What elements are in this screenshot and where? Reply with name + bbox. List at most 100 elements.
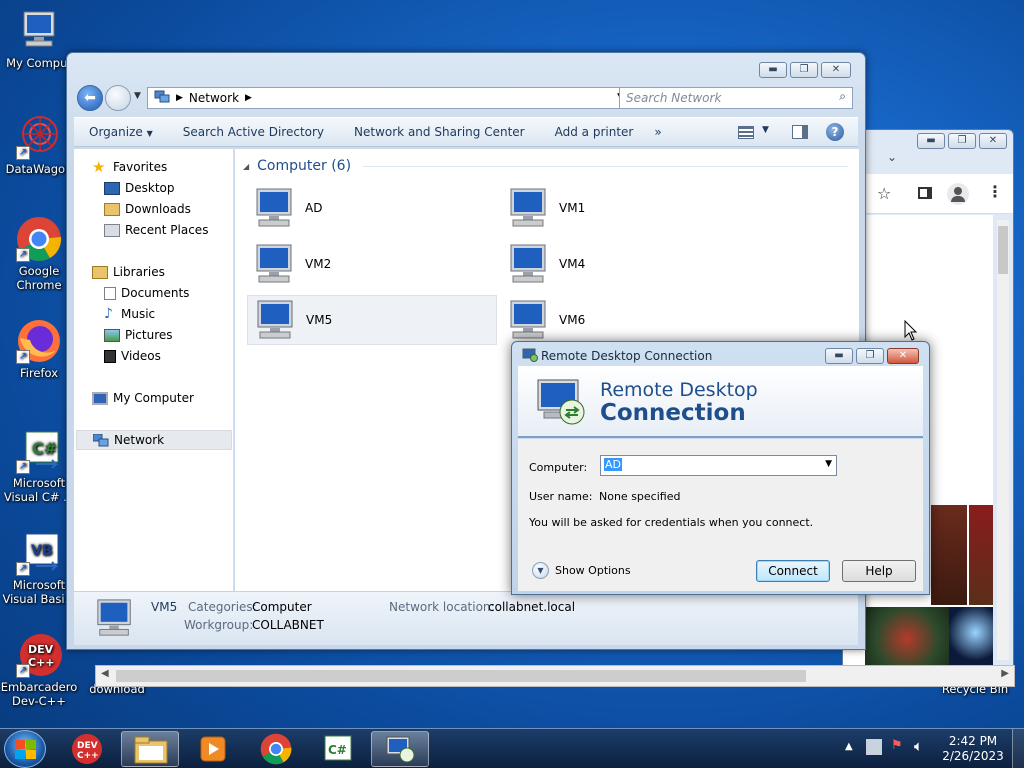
shortcut-arrow-icon: ↗ xyxy=(16,664,30,678)
maximize-button[interactable]: ❐ xyxy=(948,133,976,149)
view-dropdown-icon[interactable]: ▼ xyxy=(762,125,769,135)
nav-libraries[interactable]: Libraries xyxy=(92,262,250,282)
nav-label: Music xyxy=(121,307,156,321)
collapse-triangle-icon[interactable]: ◢ xyxy=(243,162,249,171)
minimize-button[interactable]: ▬ xyxy=(825,348,853,364)
datawagon-icon: ↗ xyxy=(16,114,62,160)
pictures-icon xyxy=(104,328,120,342)
back-button[interactable]: ⬅ xyxy=(77,85,103,111)
taskbar-devcpp[interactable]: DEV C++ xyxy=(58,731,116,767)
change-view-icon[interactable] xyxy=(738,126,754,139)
media-player-icon xyxy=(200,736,226,762)
image-thumbnail[interactable] xyxy=(949,607,993,671)
help-button[interactable]: Help xyxy=(842,560,916,582)
nav-label: Network xyxy=(114,433,165,447)
chevron-down-icon[interactable]: ⌄ xyxy=(887,150,897,164)
computer-item-vm5[interactable]: VM5 xyxy=(247,295,497,345)
side-panel-icon[interactable] xyxy=(918,187,932,199)
close-button[interactable]: ✕ xyxy=(979,133,1007,149)
libraries-icon xyxy=(92,265,108,279)
breadcrumb-chevron-icon[interactable]: ▶ xyxy=(245,93,252,103)
minimize-button[interactable]: ▬ xyxy=(917,133,945,149)
search-input[interactable]: Search Network ⌕ xyxy=(619,87,853,109)
details-categories-label: Categories: xyxy=(188,600,257,614)
combobox-dropdown-icon[interactable]: ▼ xyxy=(825,459,832,469)
details-name: VM5 xyxy=(151,600,178,614)
computer-item-vm6[interactable]: VM6 xyxy=(501,295,751,345)
profile-avatar-icon[interactable] xyxy=(947,183,969,205)
show-options-link[interactable]: Show Options xyxy=(555,564,631,577)
details-network-location-value: collabnet.local xyxy=(488,600,576,614)
group-divider xyxy=(363,165,848,167)
maximize-button[interactable]: ❐ xyxy=(856,348,884,364)
help-icon[interactable]: ? xyxy=(826,123,844,141)
recent-pages-dropdown-icon[interactable]: ▼ xyxy=(134,91,141,101)
taskbar-chrome[interactable] xyxy=(247,731,305,767)
credentials-info-text: You will be asked for credentials when y… xyxy=(529,516,814,529)
taskbar-visual-csharp[interactable]: C# xyxy=(309,731,367,767)
nav-network[interactable]: Network xyxy=(76,430,232,450)
more-commands-button[interactable]: » xyxy=(648,125,667,139)
address-bar[interactable]: ▶ Network ▶ ▼ ⟳ xyxy=(147,87,672,109)
computer-name: VM1 xyxy=(559,201,586,215)
show-hidden-icons-icon[interactable]: ▲ xyxy=(845,741,853,752)
computer-item-vm2[interactable]: VM2 xyxy=(247,239,497,289)
add-printer-button[interactable]: Add a printer xyxy=(540,125,649,139)
show-desktop-button[interactable] xyxy=(1012,729,1024,768)
scroll-right-icon[interactable]: ▶ xyxy=(1001,668,1009,679)
browser-toolbar: ☆ ⋮ xyxy=(843,174,1013,214)
bookmark-star-icon[interactable]: ☆ xyxy=(877,184,891,203)
details-categories-value: Computer xyxy=(252,600,312,614)
explorer-caption-buttons: ▬ ❐ ✕ xyxy=(759,62,851,78)
organize-button[interactable]: Organize ▼ xyxy=(74,125,168,139)
computer-item-vm4[interactable]: VM4 xyxy=(501,239,751,289)
scroll-left-icon[interactable]: ◀ xyxy=(101,668,109,679)
maximize-button[interactable]: ❐ xyxy=(790,62,818,78)
preview-pane-icon[interactable] xyxy=(792,125,808,139)
group-header-computer[interactable]: ◢ Computer (6) xyxy=(243,157,848,175)
image-thumbnail[interactable] xyxy=(865,607,949,671)
breadcrumb-chevron-icon: ▶ xyxy=(176,93,183,103)
computer-name: VM4 xyxy=(559,257,586,271)
image-thumbnail[interactable] xyxy=(931,505,967,605)
computer-name: VM5 xyxy=(306,313,333,327)
clock[interactable]: 2:42 PM 2/26/2023 xyxy=(938,734,1008,764)
taskbar: DEV C++ C# ▲ ⚑ 🔈︎ 2:42 PM 2/26/2023 xyxy=(0,728,1024,768)
taskbar-remote-desktop[interactable] xyxy=(371,731,429,767)
horizontal-scrollbar[interactable]: ◀ ▶ xyxy=(95,665,1015,687)
action-center-flag-icon[interactable]: ⚑ xyxy=(891,738,903,753)
connect-button[interactable]: Connect xyxy=(756,560,830,582)
computer-name: VM6 xyxy=(559,313,586,327)
dialog-body: Computer: AD ▼ User name: None specified… xyxy=(518,439,923,591)
breadcrumb-network[interactable]: Network xyxy=(189,91,239,105)
close-button[interactable]: ✕ xyxy=(887,348,919,364)
nav-my-computer[interactable]: My Computer xyxy=(92,388,250,408)
username-label: User name: xyxy=(529,490,593,503)
username-value: None specified xyxy=(599,490,681,503)
forward-button[interactable] xyxy=(105,85,131,111)
start-orb-icon[interactable] xyxy=(4,730,46,768)
taskbar-media-player[interactable] xyxy=(184,731,242,767)
nav-favorites[interactable]: ★ Favorites xyxy=(92,157,250,177)
computer-icon xyxy=(92,391,108,405)
computer-item-vm1[interactable]: VM1 xyxy=(501,183,751,233)
remote-desktop-dialog[interactable]: Remote Desktop Connection ▬ ❐ ✕ Remote D… xyxy=(511,341,930,595)
scrollbar-thumb[interactable] xyxy=(116,670,806,682)
image-thumbnail[interactable] xyxy=(969,505,993,605)
computer-item-ad[interactable]: AD xyxy=(247,183,497,233)
volume-icon[interactable]: 🔈︎ xyxy=(914,737,923,755)
more-menu-icon[interactable]: ⋮ xyxy=(987,182,1003,201)
nav-label: Videos xyxy=(121,349,161,363)
search-icon[interactable]: ⌕ xyxy=(839,89,846,104)
scrollbar-thumb[interactable] xyxy=(998,226,1008,274)
minimize-button[interactable]: ▬ xyxy=(759,62,787,78)
search-active-directory-button[interactable]: Search Active Directory xyxy=(168,125,339,139)
recent-places-icon xyxy=(104,223,120,237)
taskbar-explorer[interactable] xyxy=(121,731,179,767)
close-button[interactable]: ✕ xyxy=(821,62,851,78)
network-tray-icon[interactable] xyxy=(866,739,882,755)
expand-options-icon[interactable]: ▼ xyxy=(532,562,549,579)
vertical-scrollbar[interactable] xyxy=(997,220,1009,660)
computer-combobox[interactable]: AD ▼ xyxy=(600,455,837,476)
network-sharing-center-button[interactable]: Network and Sharing Center xyxy=(339,125,540,139)
